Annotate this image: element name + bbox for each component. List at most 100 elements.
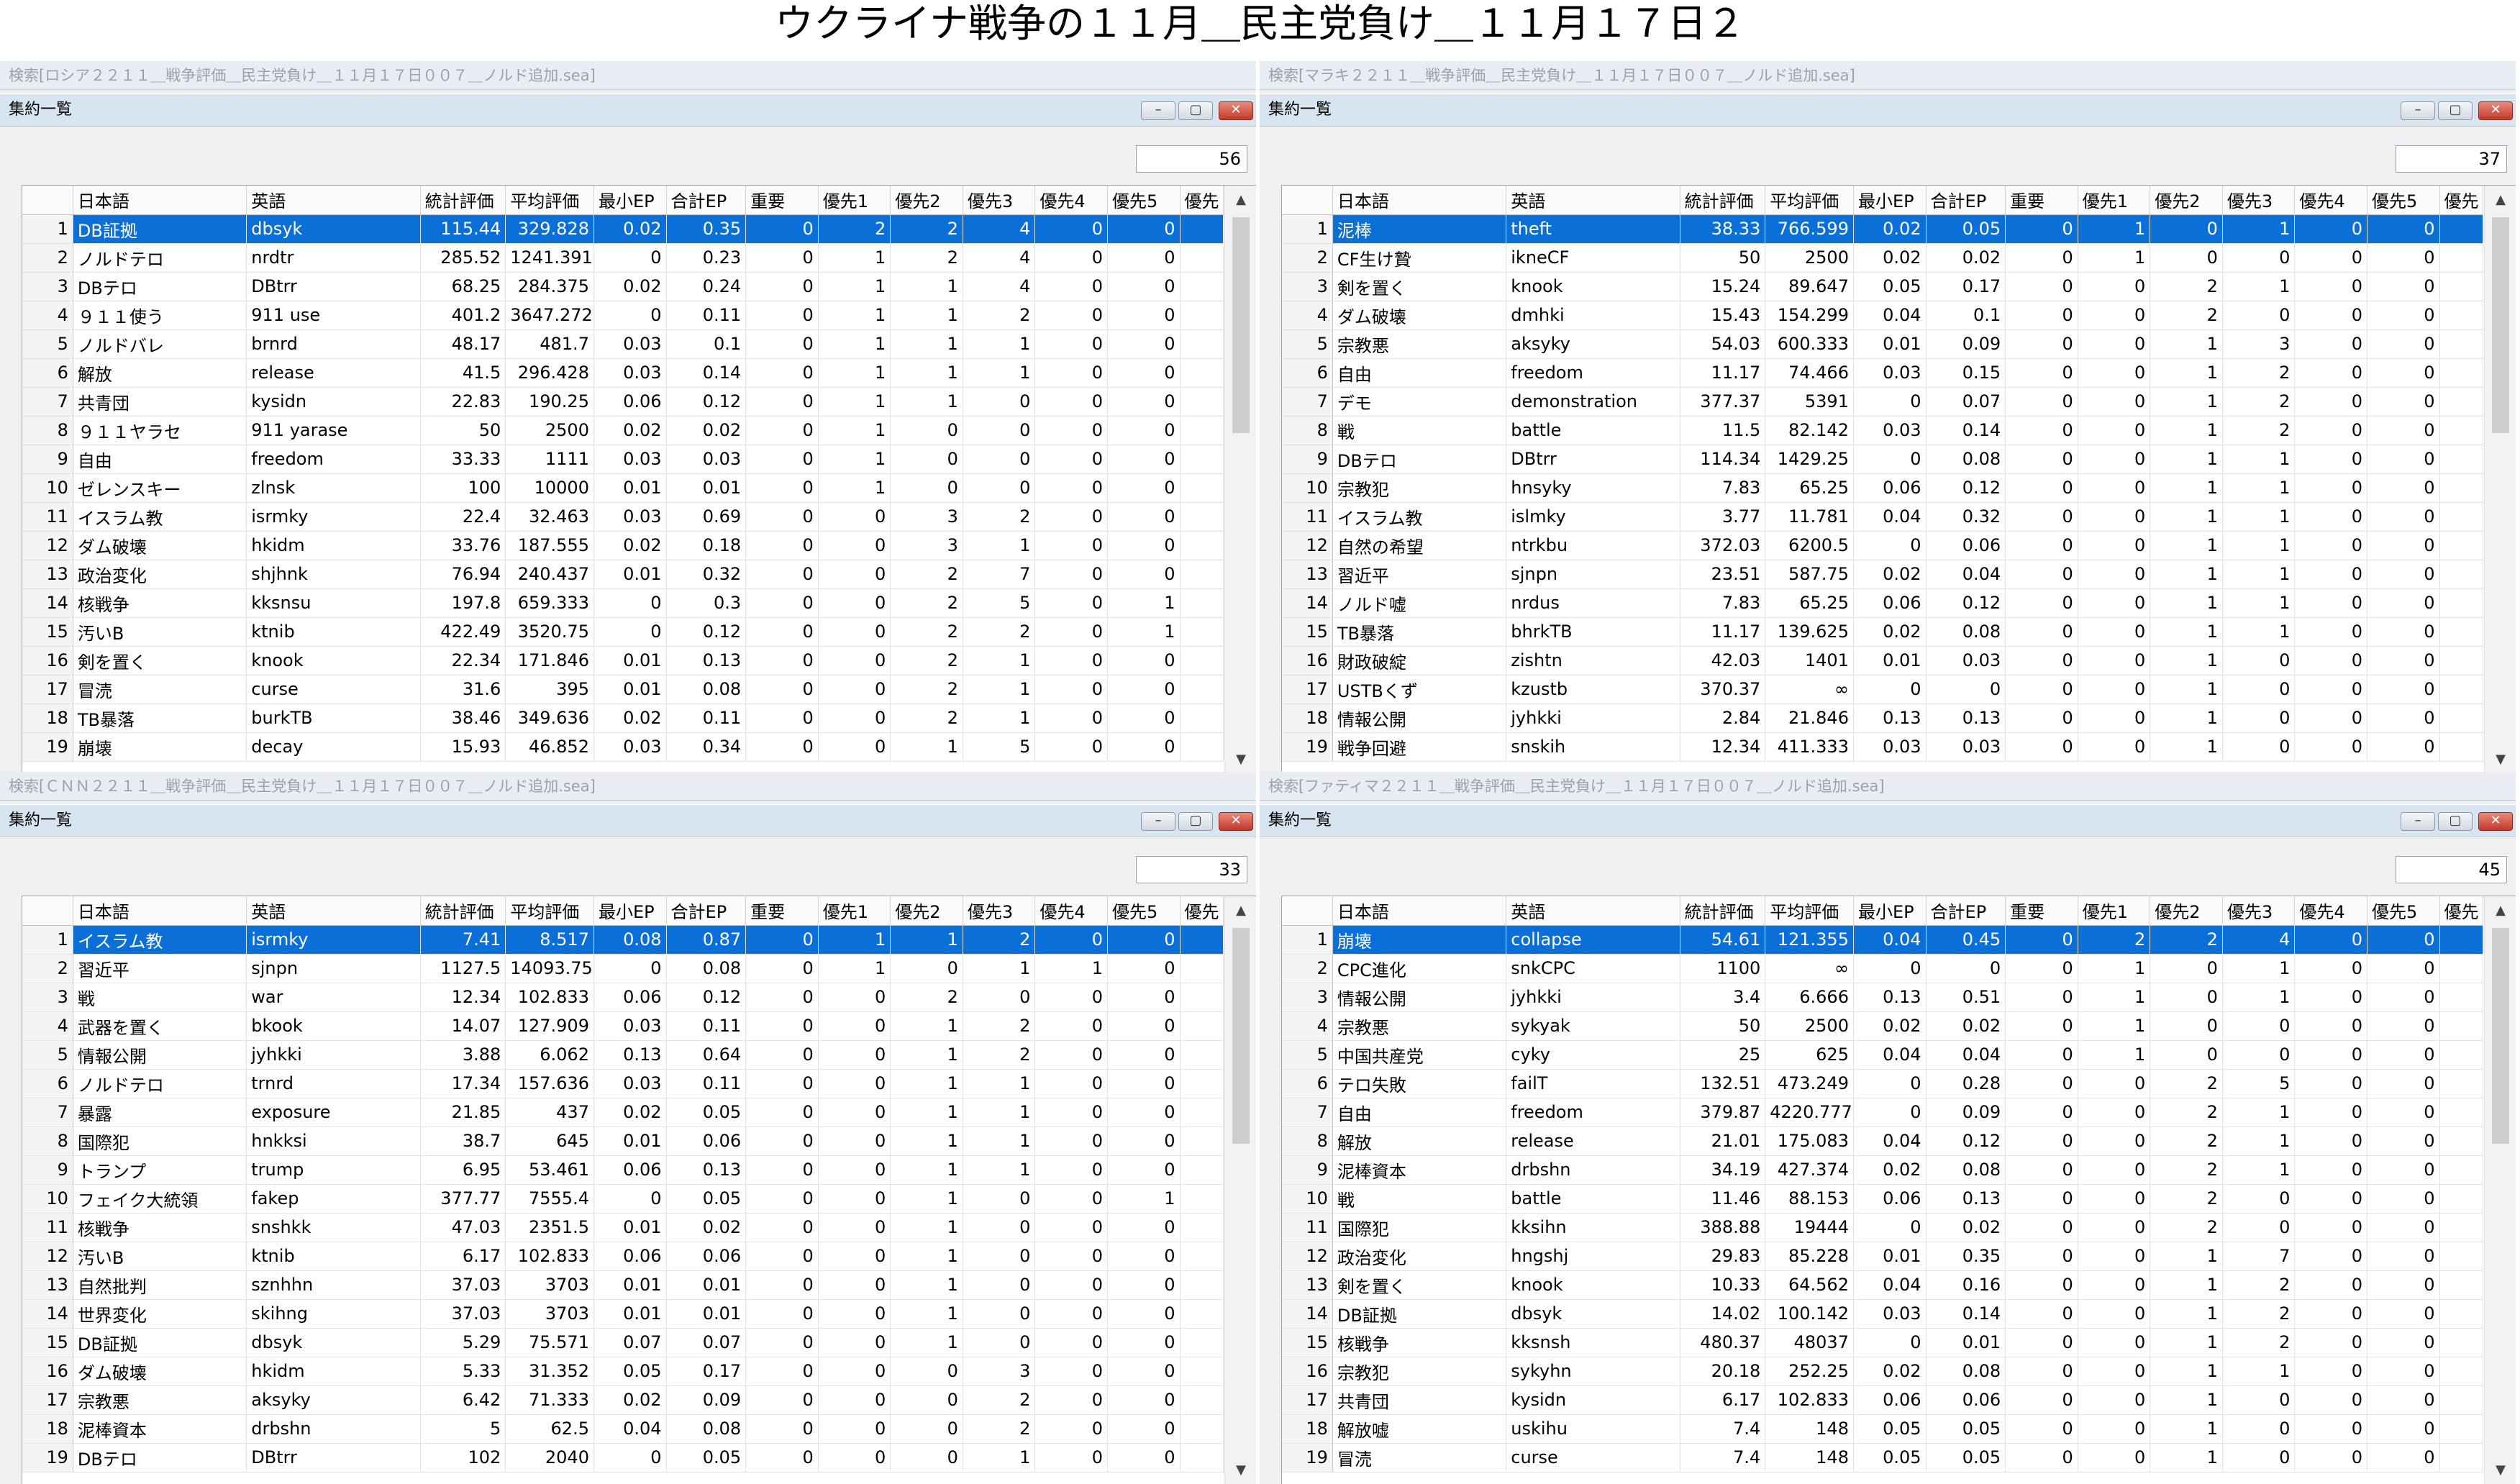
cell-priority-4[interactable]: 0	[1034, 1040, 1108, 1070]
cell-avg-score[interactable]: 411.333	[1765, 732, 1854, 762]
cell-priority-1[interactable]: 0	[2078, 588, 2151, 618]
cell-total-ep[interactable]: 0.04	[1926, 560, 2006, 589]
cell-importance[interactable]: 0	[745, 1357, 819, 1386]
cell-importance[interactable]: 0	[2005, 1069, 2078, 1098]
table-row[interactable]: 4 宗教悪 sykyak 50 2500 0.02 0.02 0 1 0 0 0 0	[1282, 1011, 2484, 1041]
cell-total-ep[interactable]: 0.87	[666, 925, 747, 955]
cell-stat-score[interactable]: 370.37	[1680, 675, 1766, 704]
cell-row-number[interactable]: 14	[22, 1299, 73, 1329]
cell-importance[interactable]: 0	[2005, 704, 2078, 733]
cell-importance[interactable]: 0	[745, 329, 819, 359]
cell-avg-score[interactable]: 46.852	[505, 732, 594, 762]
cell-english-term[interactable]: aksyky	[1506, 329, 1680, 359]
cell-priority-1[interactable]: 0	[2078, 646, 2151, 675]
cell-japanese-term[interactable]: 宗教犯	[1332, 473, 1507, 503]
cell-priority-1[interactable]: 0	[2078, 1328, 2151, 1357]
cell-row-number[interactable]: 17	[22, 1385, 73, 1415]
column-header-priority-5[interactable]: 優先5	[2367, 186, 2440, 215]
cell-avg-score[interactable]: 427.374	[1765, 1155, 1854, 1185]
cell-row-number[interactable]: 17	[1282, 1385, 1333, 1415]
cell-japanese-term[interactable]: イスラム教	[1332, 502, 1507, 532]
cell-row-number[interactable]: 19	[1282, 732, 1333, 762]
cell-priority-2[interactable]: 1	[890, 1126, 963, 1156]
table-row[interactable]: 19 戦争回避 snskih 12.34 411.333 0.03 0.03 0 0 1 0 0 0	[1282, 732, 2484, 762]
cell-priority-3[interactable]: 0	[963, 983, 1036, 1012]
column-header-min-ep[interactable]: 最小EP	[593, 186, 667, 215]
cell-total-ep[interactable]: 0.05	[666, 1098, 747, 1127]
cell-priority-5[interactable]: 0	[2367, 560, 2440, 589]
cell-total-ep[interactable]: 0.01	[666, 1270, 747, 1300]
cell-priority-3[interactable]: 3	[2222, 329, 2296, 359]
cell-min-ep[interactable]: 0.02	[593, 1098, 667, 1127]
cell-japanese-term[interactable]: USTBくず	[1332, 675, 1507, 704]
table-row[interactable]: 1 泥棒 theft 38.33 766.599 0.02 0.05 0 1 0 1 0 0	[1282, 214, 2484, 244]
cell-row-number[interactable]: 17	[1282, 675, 1333, 704]
cell-english-term[interactable]: dbsyk	[246, 1328, 421, 1357]
cell-priority-3[interactable]: 0	[963, 1299, 1036, 1329]
cell-english-term[interactable]: war	[246, 983, 421, 1012]
cell-avg-score[interactable]: 329.828	[505, 214, 594, 244]
cell-english-term[interactable]: nrdus	[1506, 588, 1680, 618]
cell-priority-4[interactable]: 0	[1034, 329, 1108, 359]
cell-english-term[interactable]: ktnib	[246, 617, 421, 647]
cell-priority-5[interactable]: 0	[1107, 1328, 1181, 1357]
cell-row-number[interactable]: 14	[1282, 588, 1333, 618]
column-header-priority-3[interactable]: 優先3	[2222, 186, 2296, 215]
cell-importance[interactable]: 0	[745, 1443, 819, 1472]
cell-priority-4[interactable]: 0	[2294, 243, 2367, 273]
cell-priority-4[interactable]: 0	[2294, 925, 2367, 955]
cell-priority-3[interactable]: 1	[2222, 560, 2296, 589]
cell-priority-4[interactable]: 0	[2294, 1098, 2367, 1127]
scroll-up-icon[interactable]: ▲	[1225, 186, 1256, 214]
cell-stat-score[interactable]: 1100	[1680, 954, 1766, 983]
cell-min-ep[interactable]: 0.01	[593, 675, 667, 704]
cell-min-ep[interactable]: 0.02	[1853, 617, 1927, 647]
cell-priority-1[interactable]: 0	[2078, 358, 2151, 388]
cell-japanese-term[interactable]: 暴露	[73, 1098, 247, 1127]
cell-stat-score[interactable]: 54.03	[1680, 329, 1766, 359]
cell-total-ep[interactable]: 0.12	[666, 983, 747, 1012]
column-header-priority-1[interactable]: 優先1	[2078, 186, 2151, 215]
cell-priority-2[interactable]: 1	[2150, 473, 2223, 503]
window-title-bar[interactable]: 集約一覧 – ▢ ✕	[0, 804, 1256, 837]
vertical-scrollbar[interactable]: ▲ ▼	[1224, 186, 1256, 773]
cell-japanese-term[interactable]: 宗教犯	[1332, 1357, 1507, 1386]
cell-priority-5[interactable]: 0	[1107, 329, 1181, 359]
cell-importance[interactable]: 0	[2005, 1126, 2078, 1156]
cell-total-ep[interactable]: 0.13	[1926, 704, 2006, 733]
cell-english-term[interactable]: brnrd	[246, 329, 421, 359]
cell-priority-4[interactable]: 0	[2294, 1069, 2367, 1098]
cell-stat-score[interactable]: 115.44	[420, 214, 506, 244]
cell-priority-2[interactable]: 1	[2150, 588, 2223, 618]
cell-priority-2[interactable]: 1	[890, 1299, 963, 1329]
cell-priority-5[interactable]: 0	[2367, 925, 2440, 955]
cell-row-number[interactable]: 1	[1282, 925, 1333, 955]
cell-stat-score[interactable]: 480.37	[1680, 1328, 1766, 1357]
cell-stat-score[interactable]: 114.34	[1680, 445, 1766, 474]
table-row[interactable]: 3 情報公開 jyhkki 3.4 6.666 0.13 0.51 0 1 0 1 0 0	[1282, 983, 2484, 1012]
cell-total-ep[interactable]: 0.69	[666, 502, 747, 532]
maximize-button[interactable]: ▢	[1178, 101, 1213, 120]
cell-priority-4[interactable]: 0	[2294, 301, 2367, 330]
cell-importance[interactable]: 0	[745, 1270, 819, 1300]
cell-priority-2[interactable]: 2	[890, 560, 963, 589]
cell-priority-4[interactable]: 0	[1034, 1242, 1108, 1271]
cell-total-ep[interactable]: 0.14	[1926, 416, 2006, 445]
cell-importance[interactable]: 0	[2005, 646, 2078, 675]
cell-japanese-term[interactable]: 冒涜	[73, 675, 247, 704]
cell-priority-1[interactable]: 0	[818, 675, 891, 704]
cell-japanese-term[interactable]: 情報公開	[73, 1040, 247, 1070]
cell-avg-score[interactable]: 14093.75	[505, 954, 594, 983]
cell-priority-3[interactable]: 7	[963, 560, 1036, 589]
cell-japanese-term[interactable]: イスラム教	[73, 502, 247, 532]
cell-priority-3[interactable]: 1	[2222, 954, 2296, 983]
cell-priority-4[interactable]: 1	[1034, 954, 1108, 983]
cell-priority-4[interactable]: 0	[1034, 445, 1108, 474]
cell-priority-1[interactable]: 1	[818, 387, 891, 416]
table-row[interactable]: 7 共青団 kysidn 22.83 190.25 0.06 0.12 0 1 1 0 0 0	[22, 387, 1224, 416]
cell-priority-3[interactable]: 2	[2222, 416, 2296, 445]
cell-priority-5[interactable]: 0	[1107, 531, 1181, 560]
cell-importance[interactable]: 0	[2005, 925, 2078, 955]
cell-priority-4[interactable]: 0	[1034, 1184, 1108, 1214]
table-row[interactable]: 3 剣を置く knook 15.24 89.647 0.05 0.17 0 0 2 1 0 0	[1282, 272, 2484, 301]
